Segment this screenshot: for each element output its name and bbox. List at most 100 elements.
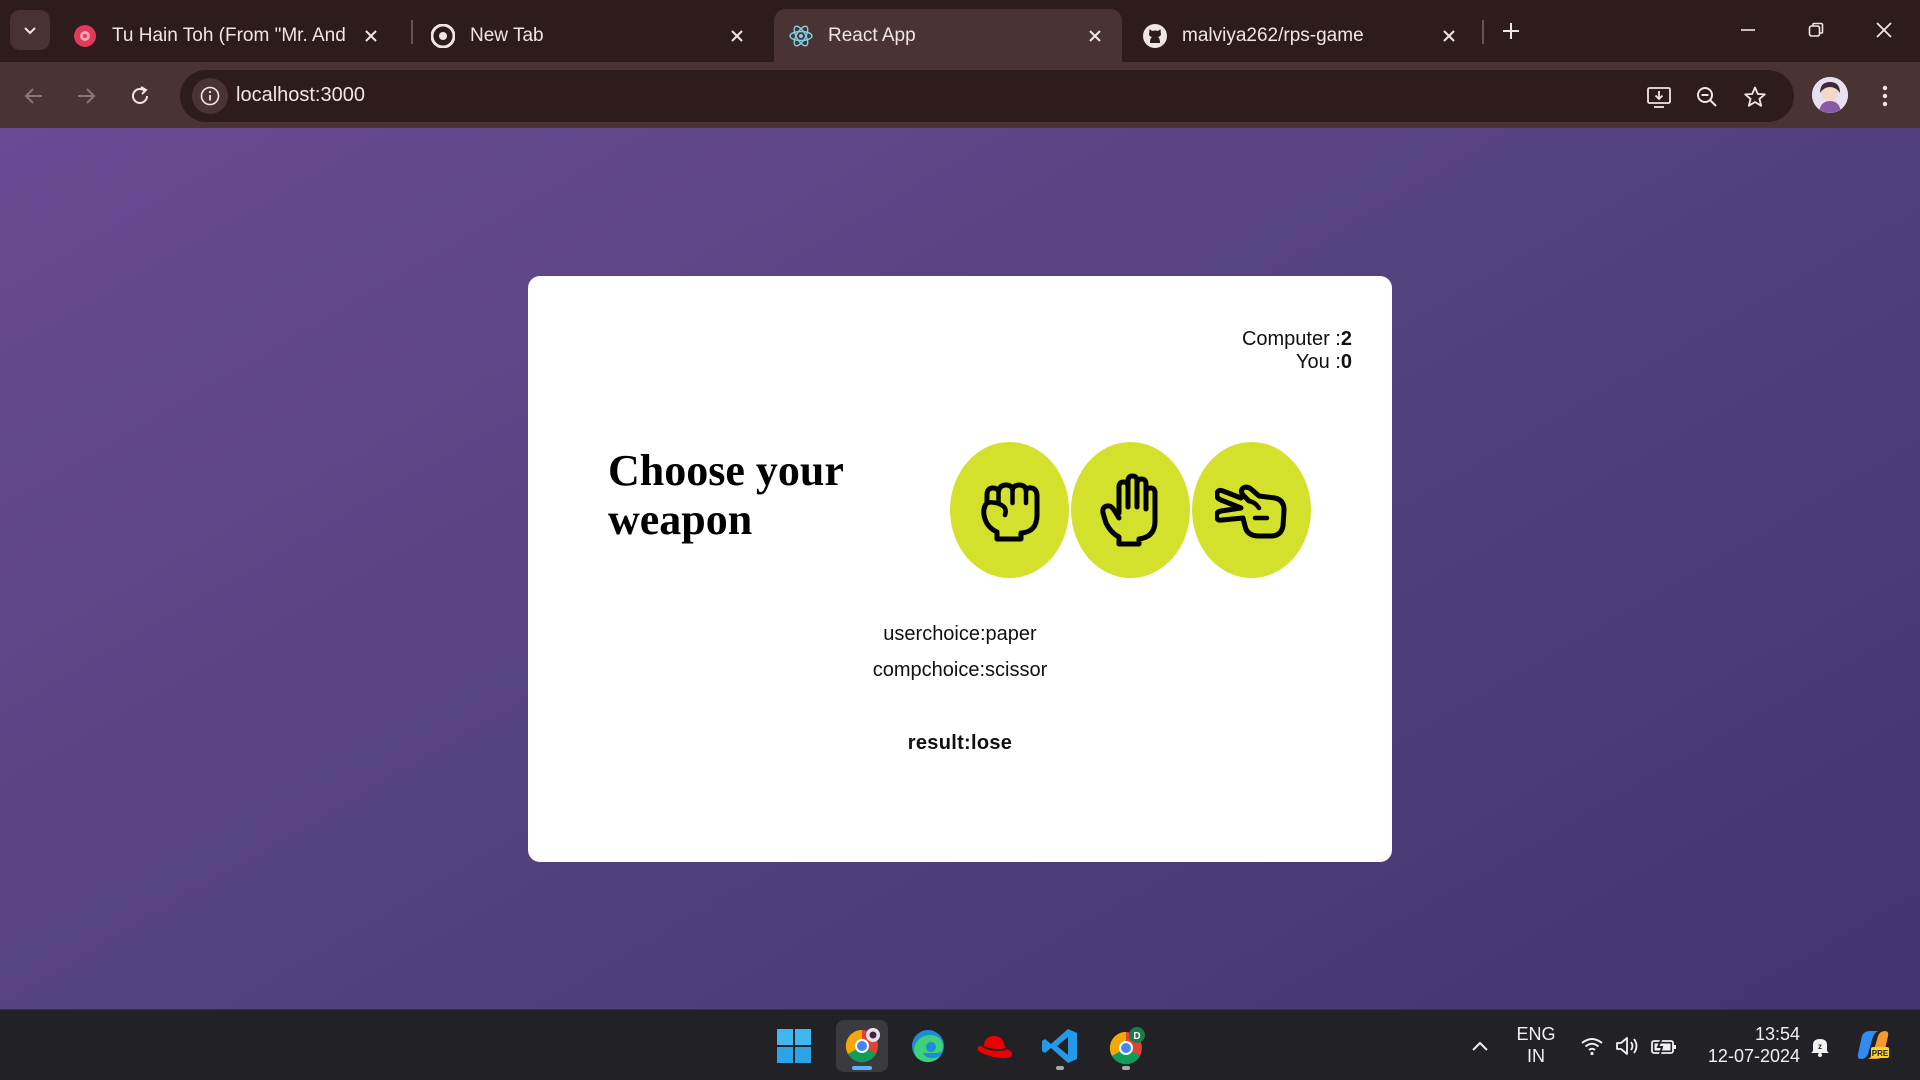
tab-title: React App xyxy=(828,24,916,46)
close-icon xyxy=(1876,22,1892,38)
user-score-value: 0 xyxy=(1340,351,1352,373)
arrow-left-icon xyxy=(24,88,42,104)
restore-button[interactable] xyxy=(1788,10,1844,50)
tab-separator xyxy=(411,20,413,44)
battery-button[interactable] xyxy=(1650,1032,1678,1060)
tab-github[interactable]: malviya262/rps-game xyxy=(1128,9,1476,62)
install-icon xyxy=(1647,87,1671,108)
start-button[interactable] xyxy=(768,1020,820,1072)
more-vertical-icon xyxy=(1882,85,1888,107)
battery-charging-icon xyxy=(1651,1037,1676,1055)
tab-separator xyxy=(1482,20,1484,44)
clock-date: 12-07-2024 xyxy=(1707,1046,1800,1066)
scissor-button[interactable] xyxy=(1192,442,1311,578)
palm-icon xyxy=(1099,473,1157,547)
close-icon[interactable] xyxy=(1082,23,1108,49)
user-score: You :0 xyxy=(1296,351,1352,373)
minimize-button[interactable] xyxy=(1720,10,1776,50)
zoom-button[interactable] xyxy=(1690,80,1724,114)
clock[interactable]: 13:54 12-07-2024 xyxy=(1696,1023,1800,1067)
choices-panel: userchoice:paper compchoice:scissor xyxy=(528,616,1392,688)
site-info-button[interactable] xyxy=(192,78,228,114)
zoom-out-icon xyxy=(1697,87,1717,107)
tab-title: New Tab xyxy=(470,24,544,46)
bell-snooze-icon: z xyxy=(1811,1039,1829,1057)
windows-start-icon xyxy=(777,1029,811,1063)
minimize-icon xyxy=(1741,29,1755,31)
music-icon xyxy=(72,23,98,49)
install-app-button[interactable] xyxy=(1642,80,1676,114)
running-indicator xyxy=(1056,1066,1064,1070)
reload-icon xyxy=(132,86,148,104)
plus-icon xyxy=(1503,23,1519,39)
computer-score-value: 2 xyxy=(1340,328,1352,350)
redhat-icon xyxy=(977,1036,1012,1058)
rock-button[interactable] xyxy=(950,442,1069,578)
close-icon[interactable] xyxy=(724,23,750,49)
comp-choice-text: compchoice:scissor xyxy=(872,659,1048,681)
chevron-up-icon xyxy=(1472,1041,1488,1051)
user-choice-text: userchoice:paper xyxy=(883,623,1037,645)
volume-button[interactable] xyxy=(1614,1032,1642,1060)
url-text[interactable]: localhost:3000 xyxy=(236,84,365,107)
fist-icon xyxy=(980,482,1039,542)
avatar-icon xyxy=(1812,77,1848,113)
forward-button[interactable] xyxy=(66,76,106,116)
restore-icon xyxy=(1808,22,1824,37)
page-viewport: Computer :2 You :0 Choose your weapon us… xyxy=(0,128,1920,1009)
taskbar-chrome-profile[interactable] xyxy=(836,1020,888,1072)
notifications-button[interactable]: z xyxy=(1806,1032,1834,1060)
paper-button[interactable] xyxy=(1071,442,1190,578)
copilot-button[interactable]: PRE xyxy=(1856,1028,1890,1062)
show-hidden-icons-button[interactable] xyxy=(1466,1032,1494,1060)
svg-text:PRE: PRE xyxy=(1872,1049,1889,1058)
tab-title: Tu Hain Toh (From "Mr. And Mrs. Mahi") xyxy=(112,24,350,46)
taskbar-vscode[interactable] xyxy=(1034,1020,1086,1072)
clock-time: 13:54 xyxy=(1754,1024,1800,1044)
weapon-buttons xyxy=(950,442,1311,578)
running-indicator xyxy=(1122,1066,1130,1070)
taskbar-chrome-d[interactable]: D xyxy=(1100,1020,1152,1072)
tab-search-button[interactable] xyxy=(10,10,50,50)
chrome-profile-icon xyxy=(845,1028,880,1063)
chrome-d-icon: D xyxy=(1109,1027,1145,1065)
star-icon xyxy=(1744,86,1766,107)
reload-button[interactable] xyxy=(120,76,160,116)
profile-avatar[interactable] xyxy=(1812,77,1848,113)
copilot-icon: PRE xyxy=(1857,1031,1889,1059)
vscode-icon xyxy=(1042,1029,1077,1063)
tab-strip: Tu Hain Toh (From "Mr. And Mrs. Mahi") N… xyxy=(0,0,1920,62)
game-card: Computer :2 You :0 Choose your weapon us… xyxy=(528,276,1392,862)
tab-music[interactable]: Tu Hain Toh (From "Mr. And Mrs. Mahi") xyxy=(58,9,398,62)
close-window-button[interactable] xyxy=(1856,10,1912,50)
tab-react-app[interactable]: React App xyxy=(774,9,1122,62)
scissors-hand-icon xyxy=(1214,484,1286,539)
taskbar: D ENG IN 13:54 12-07-2024 z PRE xyxy=(0,1009,1920,1080)
scoreboard: Computer :2 You :0 xyxy=(1242,328,1352,374)
arrow-right-icon xyxy=(78,88,96,104)
browser-menu-button[interactable] xyxy=(1870,78,1900,114)
close-icon[interactable] xyxy=(358,23,384,49)
address-bar[interactable]: localhost:3000 xyxy=(180,70,1794,122)
svg-text:z: z xyxy=(1818,1042,1822,1051)
taskbar-redhat[interactable] xyxy=(968,1020,1020,1072)
tab-new-tab[interactable]: New Tab xyxy=(416,9,764,62)
info-icon xyxy=(200,86,220,106)
wifi-button[interactable] xyxy=(1578,1032,1606,1060)
edge-icon xyxy=(912,1030,944,1063)
new-tab-button[interactable] xyxy=(1494,14,1528,48)
language-indicator[interactable]: ENG IN xyxy=(1508,1023,1564,1067)
back-button[interactable] xyxy=(14,76,54,116)
wifi-icon xyxy=(1581,1038,1603,1056)
active-indicator xyxy=(852,1066,872,1070)
close-icon[interactable] xyxy=(1436,23,1462,49)
page-title: Choose your weapon xyxy=(608,446,844,544)
speaker-icon xyxy=(1616,1037,1638,1055)
react-icon xyxy=(788,23,814,49)
result-text: result:lose xyxy=(907,732,1013,754)
tab-title: malviya262/rps-game xyxy=(1182,24,1364,46)
chevron-down-icon xyxy=(24,27,36,35)
taskbar-edge[interactable] xyxy=(902,1020,954,1072)
svg-text:D: D xyxy=(1133,1031,1140,1042)
bookmark-button[interactable] xyxy=(1738,80,1772,114)
